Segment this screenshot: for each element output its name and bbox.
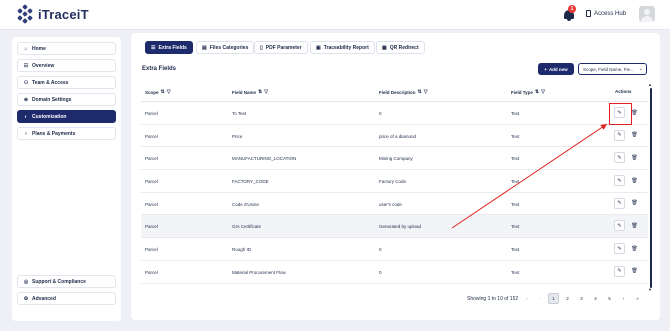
annotation-arrow-icon [451, 123, 608, 229]
